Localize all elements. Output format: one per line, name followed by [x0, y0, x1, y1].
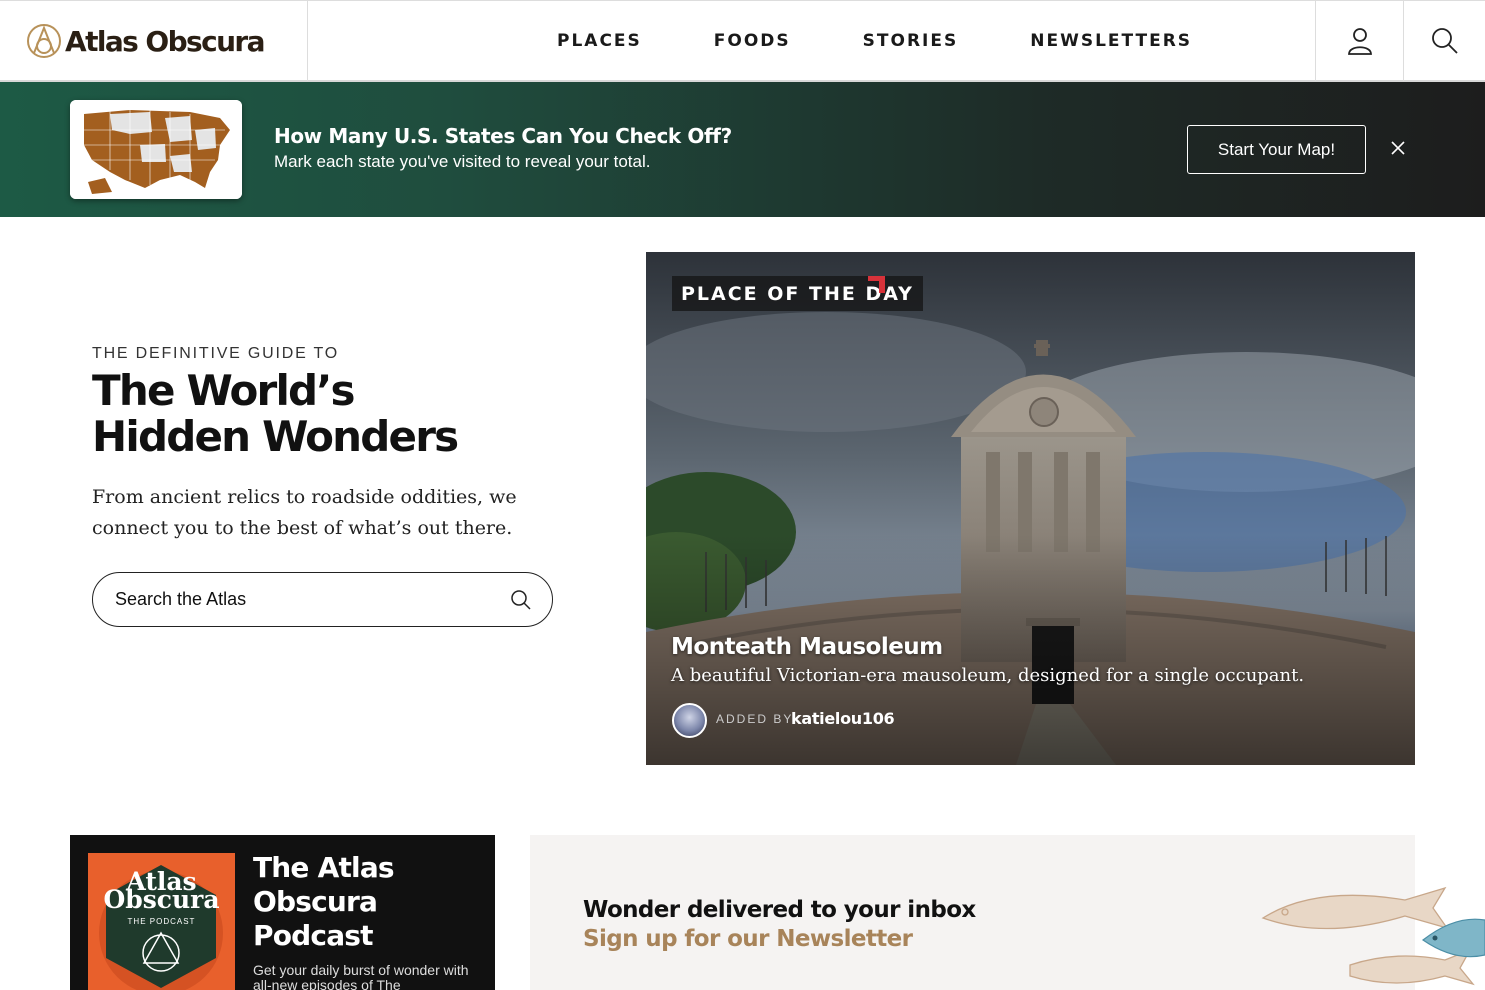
podcast-card[interactable]: Atlas Obscura THE PODCAST The Atlas Obsc… — [70, 835, 495, 990]
header-search-button[interactable] — [1403, 1, 1485, 81]
podcast-art-title-line2: Obscura — [103, 885, 220, 914]
start-map-button[interactable]: Start Your Map! — [1187, 125, 1366, 174]
podcast-art-subtitle: THE PODCAST — [127, 917, 196, 926]
nav-stories[interactable]: STORIES — [839, 31, 959, 51]
map-promo-banner: How Many U.S. States Can You Check Off? … — [0, 82, 1485, 217]
logo-text: Atlas Obscura — [65, 24, 266, 58]
main-nav: PLACES FOODS STORIES NEWSLETTERS — [533, 1, 1240, 81]
hero-description: From ancient relics to roadside oddities… — [92, 486, 517, 539]
nav-places[interactable]: PLACES — [533, 31, 642, 51]
newsletter-signup-link[interactable]: Sign up for our Newsletter — [583, 926, 913, 952]
added-by-label: ADDED BY — [716, 712, 794, 726]
podcast-cover-art: Atlas Obscura THE PODCAST — [88, 853, 235, 990]
atlas-obscura-logo-icon — [27, 24, 61, 58]
close-icon — [1391, 141, 1405, 155]
place-name[interactable]: Monteath Mausoleum — [671, 634, 943, 660]
user-avatar[interactable] — [672, 703, 707, 738]
fish-illustration — [1261, 886, 1485, 986]
tag-corner-accent-top — [868, 276, 885, 281]
us-map-thumbnail — [70, 100, 242, 199]
hero-title: The World’s Hidden Wonders — [92, 368, 592, 460]
hero-title-line1: The World’s — [92, 366, 355, 415]
podcast-art-title: Atlas Obscura — [88, 869, 235, 914]
podcast-description: Get your daily burst of wonder with all-… — [253, 962, 469, 990]
podcast-title[interactable]: The Atlas Obscura Podcast — [253, 851, 483, 953]
account-button[interactable] — [1315, 1, 1403, 81]
search-placeholder: Search the Atlas — [115, 589, 247, 609]
mausoleum-photo — [646, 252, 1415, 765]
logo[interactable]: Atlas Obscura — [0, 1, 308, 81]
added-by-username[interactable]: katielou106 — [791, 709, 895, 728]
site-header: Atlas Obscura PLACES FOODS STORIES NEWSL… — [0, 0, 1485, 82]
banner-subtitle: Mark each state you've visited to reveal… — [274, 152, 651, 171]
banner-close-button[interactable] — [1386, 136, 1410, 160]
newsletter-title: Wonder delivered to your inbox — [583, 897, 976, 923]
search-icon — [1431, 28, 1458, 54]
place-description: A beautiful Victorian-era mausoleum, des… — [671, 665, 1305, 686]
banner-title: How Many U.S. States Can You Check Off? — [274, 124, 732, 148]
us-map-image — [70, 100, 242, 199]
user-icon — [1347, 28, 1372, 55]
nav-newsletters[interactable]: NEWSLETTERS — [1006, 31, 1192, 51]
hero-title-line2: Hidden Wonders — [92, 412, 459, 461]
atlas-search-input[interactable]: Search the Atlas — [92, 572, 553, 627]
nav-foods[interactable]: FOODS — [690, 31, 791, 51]
hero-eyebrow: THE DEFINITIVE GUIDE TO — [92, 345, 340, 362]
place-of-the-day-tag: PLACE OF THE DAY — [672, 276, 923, 311]
place-of-the-day-card[interactable]: PLACE OF THE DAY Monteath Mausoleum A be… — [646, 252, 1415, 765]
search-icon[interactable] — [510, 589, 532, 611]
